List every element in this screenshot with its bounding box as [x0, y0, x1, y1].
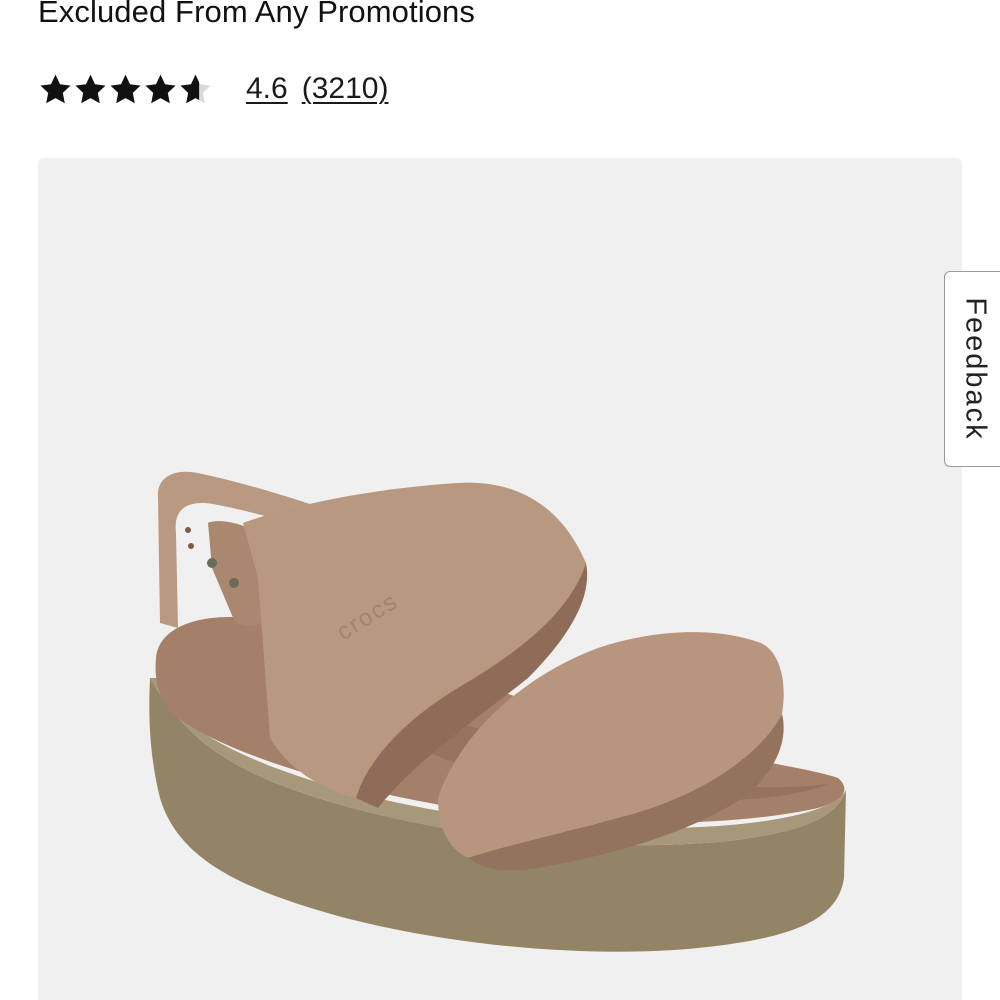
star-partial-icon	[180, 74, 211, 103]
promotion-exclusion-note: Excluded From Any Promotions	[38, 0, 475, 29]
rating-row: 4.6 (3210)	[38, 64, 388, 114]
star-rating[interactable]	[38, 72, 214, 107]
sandal-icon: crocs	[149, 471, 846, 952]
star-icon	[145, 74, 176, 103]
rating-value-link[interactable]: 4.6	[246, 72, 288, 106]
product-image[interactable]: crocs	[38, 158, 962, 1000]
product-page: Excluded From Any Promotions 4.6 (3210)	[0, 0, 1000, 1000]
review-count-link[interactable]: (3210)	[302, 72, 389, 106]
feedback-tab[interactable]: Feedback	[944, 271, 1000, 467]
star-icon	[110, 74, 141, 103]
feedback-label: Feedback	[959, 297, 991, 441]
star-icon	[40, 74, 71, 103]
star-icon	[75, 74, 106, 103]
